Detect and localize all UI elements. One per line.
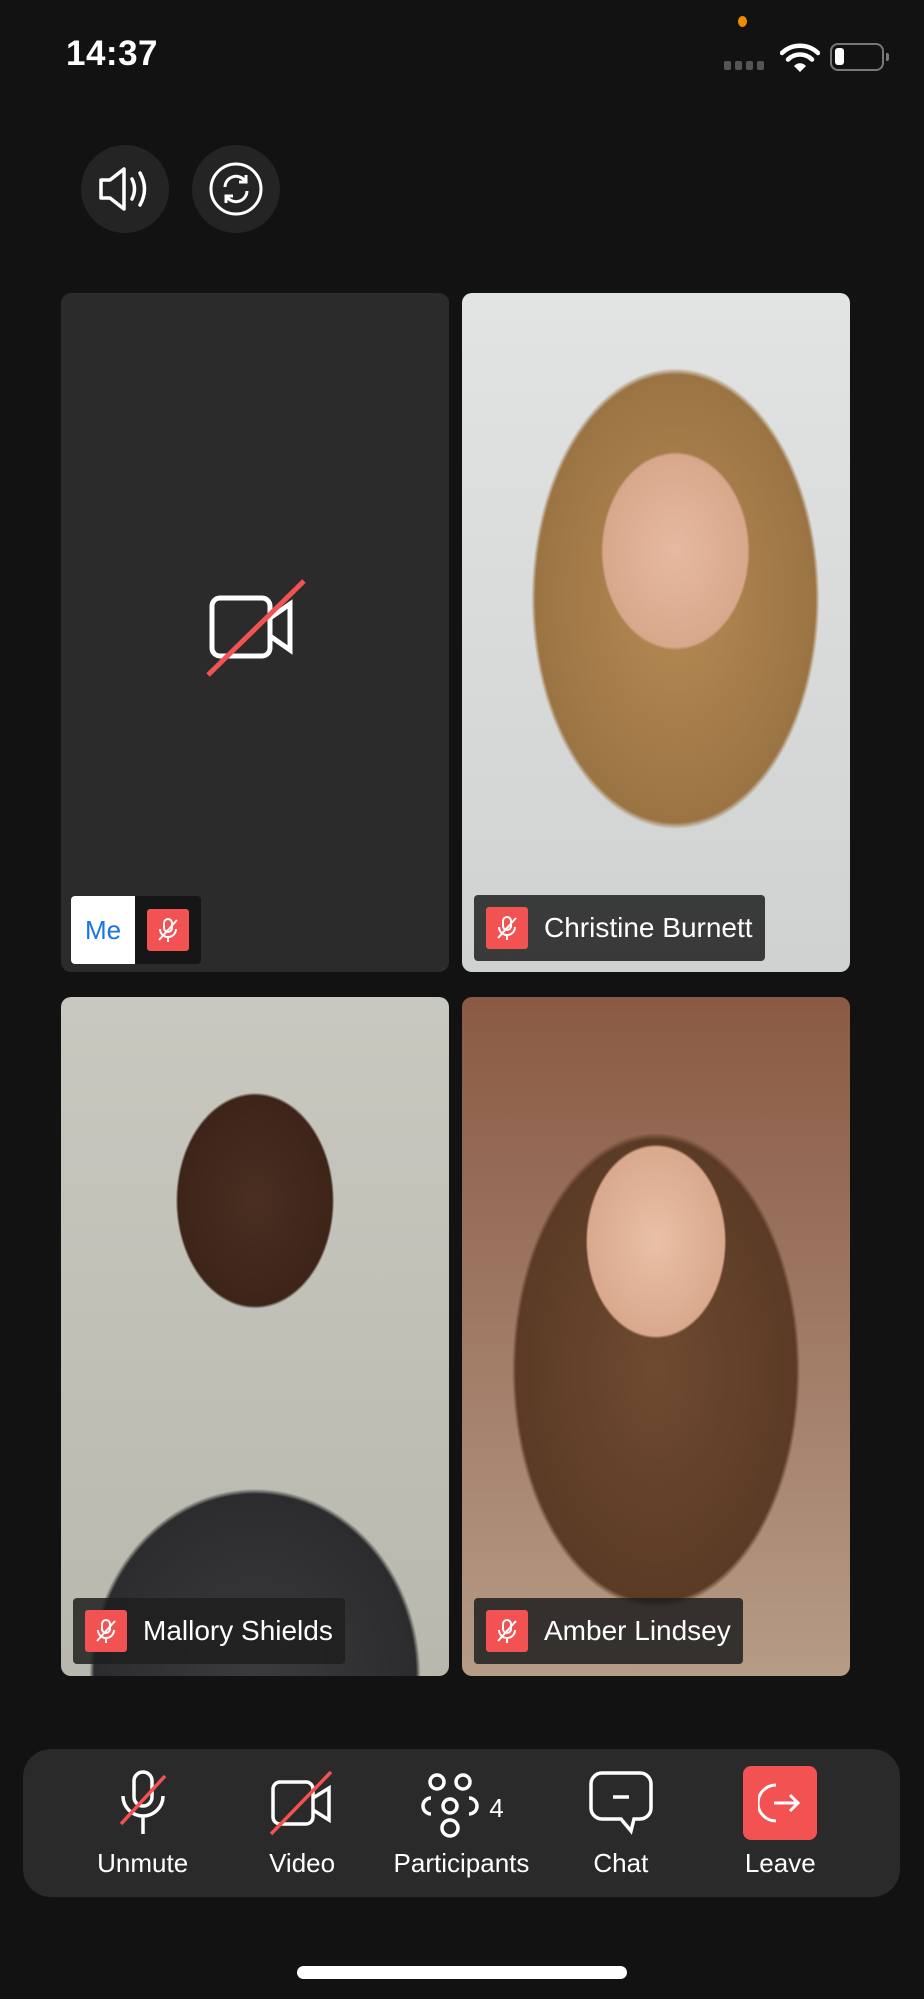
call-toolbar: Unmute Video 4 Participants Chat Leave — [23, 1749, 900, 1897]
participants-icon — [421, 1772, 479, 1838]
mic-muted-icon — [486, 907, 528, 949]
participant-name: Mallory Shields — [143, 1615, 333, 1646]
speaker-button[interactable] — [81, 145, 169, 233]
switch-camera-icon — [209, 162, 263, 216]
privacy-indicator — [738, 16, 747, 27]
video-tile-christine-burnett[interactable]: Christine Burnett — [462, 293, 850, 972]
wifi-icon — [780, 43, 820, 72]
speaker-icon — [99, 167, 147, 211]
video-tile-me[interactable]: Me — [61, 293, 449, 972]
participant-name-tag: Mallory Shields — [73, 1598, 345, 1664]
mic-muted-icon — [85, 1610, 127, 1652]
home-indicator[interactable] — [297, 1966, 627, 1979]
video-tile-mallory-shields[interactable]: Mallory Shields — [61, 997, 449, 1676]
unmute-button[interactable]: Unmute — [68, 1768, 218, 1879]
me-label-tag: Me — [71, 896, 201, 964]
me-label: Me — [71, 896, 135, 964]
video-label: Video — [269, 1847, 336, 1878]
unmute-label: Unmute — [97, 1847, 189, 1878]
chat-button[interactable]: Chat — [546, 1768, 696, 1879]
video-off-icon — [206, 579, 306, 677]
leave-icon — [758, 1783, 801, 1822]
video-off-icon — [269, 1770, 333, 1835]
battery-icon — [830, 43, 889, 71]
participant-name-tag: Christine Burnett — [474, 895, 765, 961]
mic-muted-icon — [486, 1610, 528, 1652]
participants-count: 4 — [489, 1792, 504, 1823]
signal-icon — [724, 61, 764, 70]
switch-camera-button[interactable] — [192, 145, 280, 233]
participant-name: Christine Burnett — [544, 912, 753, 943]
leave-button[interactable]: Leave — [705, 1765, 855, 1879]
participant-name: Amber Lindsey — [544, 1615, 731, 1646]
status-time: 14:37 — [66, 34, 159, 73]
video-tile-amber-lindsey[interactable]: Amber Lindsey — [462, 997, 850, 1676]
participants-button[interactable]: 4 Participants — [386, 1768, 536, 1879]
chat-label: Chat — [593, 1847, 649, 1878]
mic-muted-icon — [147, 909, 189, 951]
leave-label: Leave — [744, 1847, 816, 1878]
participant-name-tag: Amber Lindsey — [474, 1598, 743, 1664]
participants-label: Participants — [393, 1847, 530, 1878]
video-button[interactable]: Video — [227, 1768, 377, 1879]
chat-icon — [589, 1770, 653, 1835]
mic-off-icon — [119, 1769, 166, 1834]
